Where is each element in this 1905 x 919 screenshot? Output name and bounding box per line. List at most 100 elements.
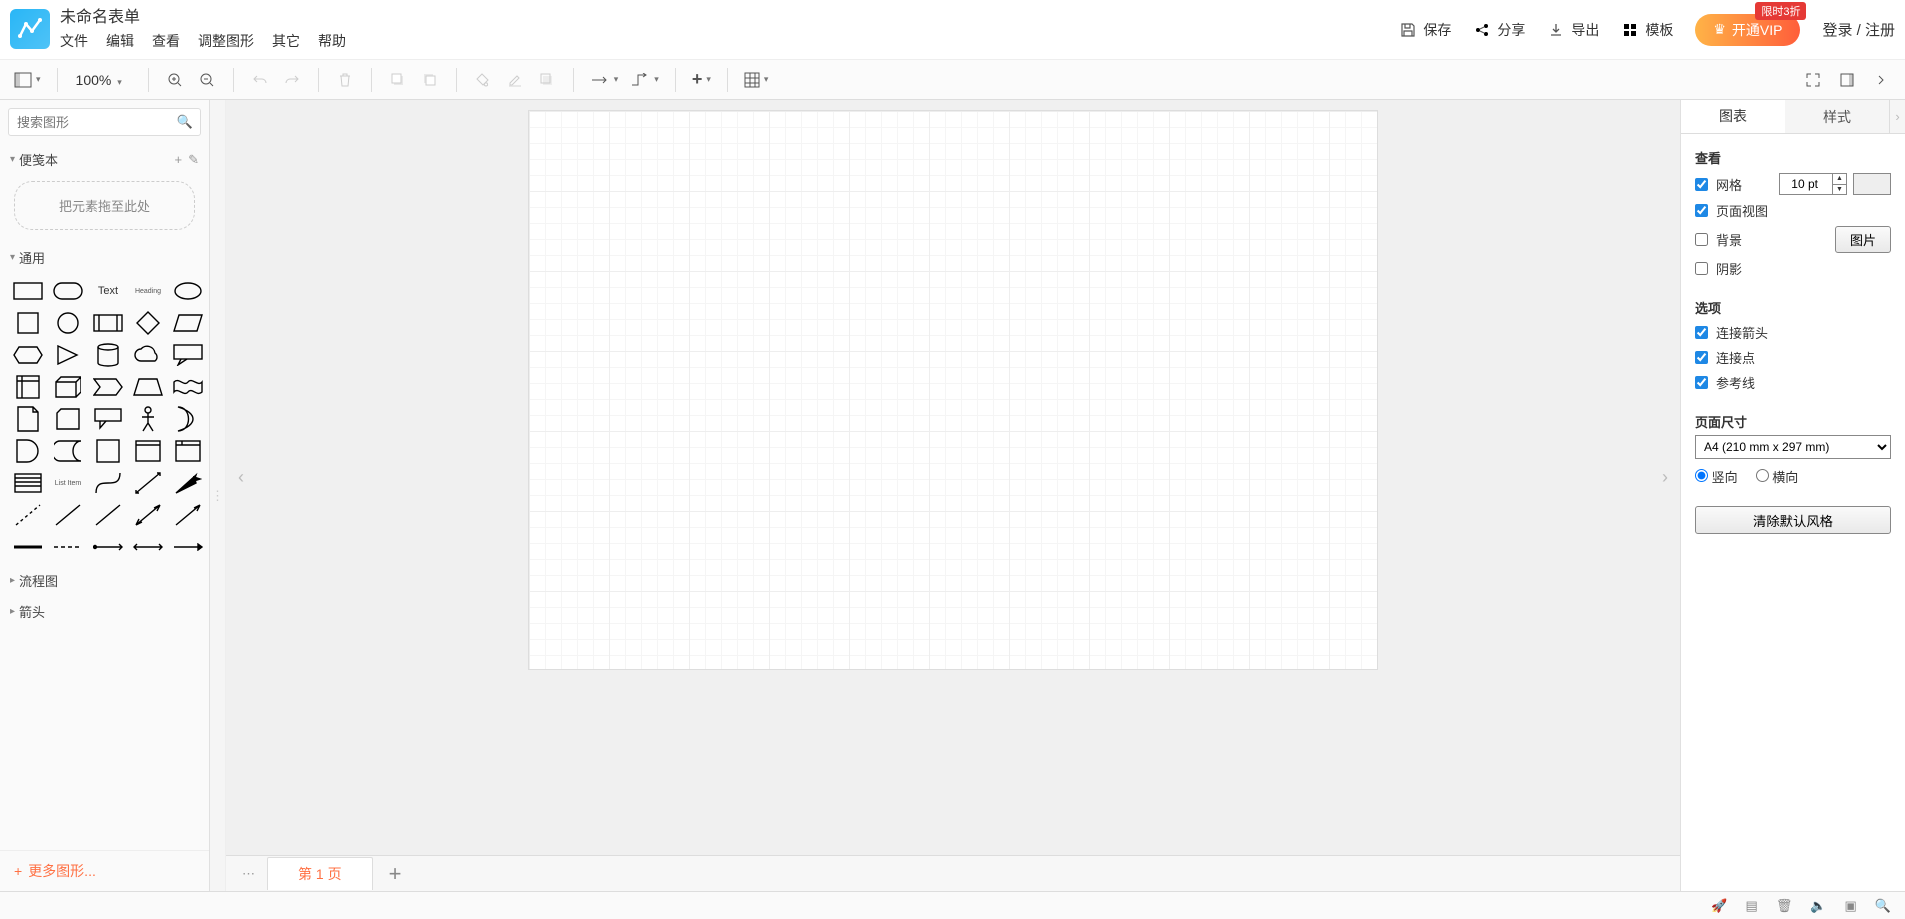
shape-ellipse[interactable] [170,277,206,305]
shape-arrow-thick[interactable] [170,469,206,497]
trash-icon[interactable]: 🗑 [1776,898,1793,914]
vip-button[interactable]: ♛ 开通VIP 限时3折 [1695,14,1800,46]
menu-help[interactable]: 帮助 [318,31,346,51]
shape-listitem[interactable]: List Item [50,469,86,497]
pagesize-select[interactable]: A4 (210 mm x 297 mm) [1695,435,1891,459]
more-shapes-button[interactable]: + 更多图形... [0,850,209,891]
save-button[interactable]: 保存 [1399,20,1451,40]
fill-color-button[interactable] [469,66,497,94]
add-page-button[interactable]: + [377,861,414,887]
shape-hline[interactable] [10,533,46,561]
share-button[interactable]: 分享 [1473,20,1525,40]
shape-tape[interactable] [170,373,206,401]
shape-diamond[interactable] [130,309,166,337]
shape-bidir2[interactable] [130,501,166,529]
zoom-select[interactable]: 100% ▾ [70,70,136,90]
section-notepad[interactable]: ▾ 便笺本 + ✎ [0,144,209,175]
prev-page-arrow[interactable]: ‹ [226,100,256,855]
shape-hconn3[interactable] [170,533,206,561]
shape-heading[interactable]: Heading [130,277,166,305]
shadow-button[interactable] [533,66,561,94]
rocket-icon[interactable]: 🚀 [1711,898,1727,914]
section-flowchart[interactable]: ▸ 流程图 [0,565,209,596]
menu-view[interactable]: 查看 [152,31,180,51]
undo-button[interactable] [246,66,274,94]
delete-button[interactable] [331,66,359,94]
sound-icon[interactable]: 🔈 [1810,898,1826,914]
line-color-button[interactable] [501,66,529,94]
shape-step[interactable] [90,373,126,401]
plus-icon[interactable]: + [175,152,183,167]
shape-hdash[interactable] [50,533,86,561]
shape-line2[interactable] [90,501,126,529]
canvas[interactable] [256,100,1650,855]
shape-process[interactable] [90,309,126,337]
background-checkbox[interactable] [1695,233,1708,246]
connection-button[interactable]: ▾ [586,66,623,94]
shape-line1[interactable] [50,501,86,529]
shape-square[interactable] [10,309,46,337]
shape-arrow2[interactable] [170,501,206,529]
menu-edit[interactable]: 编辑 [106,31,134,51]
shadow-checkbox[interactable] [1695,262,1708,275]
shape-hexagon[interactable] [10,341,46,369]
to-back-button[interactable] [416,66,444,94]
menu-extras[interactable]: 其它 [272,31,300,51]
page-surface[interactable] [528,110,1378,670]
shape-note[interactable] [10,405,46,433]
shape-card[interactable] [50,405,86,433]
shape-text[interactable]: Text [90,277,126,305]
shape-cylinder[interactable] [90,341,126,369]
shape-list[interactable] [10,469,46,497]
layers-icon[interactable]: ▤ [1746,898,1758,914]
page-menu-button[interactable]: ⋯ [234,866,263,882]
shape-circle[interactable] [50,309,86,337]
shape-callout[interactable] [170,341,206,369]
image-button[interactable]: 图片 [1835,226,1891,253]
search-icon[interactable]: 🔍 [1875,898,1891,914]
insert-button[interactable]: +▾ [688,66,715,94]
shape-or[interactable] [170,405,206,433]
grid-color-swatch[interactable] [1853,173,1891,195]
redo-button[interactable] [278,66,306,94]
search-input[interactable] [8,108,201,136]
shape-triangle[interactable] [50,341,86,369]
section-general[interactable]: ▾ 通用 [0,242,209,273]
shape-data-storage[interactable] [50,437,86,465]
left-splitter[interactable]: ⋮ [210,100,226,891]
shape-internal-storage[interactable] [10,373,46,401]
clear-default-button[interactable]: 清除默认风格 [1695,506,1891,534]
close-panel-button[interactable]: › [1889,100,1905,133]
shape-rounded-rect[interactable] [50,277,86,305]
shape-actor[interactable] [130,405,166,433]
table-button[interactable]: ▾ [740,66,773,94]
shape-parallelogram[interactable] [170,309,206,337]
page-tab-1[interactable]: 第 1 页 [267,857,373,890]
shape-trapezoid[interactable] [130,373,166,401]
next-page-arrow[interactable]: › [1650,100,1680,855]
section-arrow[interactable]: ▸ 箭头 [0,596,209,627]
shape-cube[interactable] [50,373,86,401]
shape-hconn1[interactable] [90,533,126,561]
zoom-in-button[interactable] [161,66,189,94]
tab-diagram[interactable]: 图表 [1681,100,1785,133]
shape-and[interactable] [10,437,46,465]
shape-rect[interactable] [10,277,46,305]
login-link[interactable]: 登录 / 注册 [1822,19,1895,40]
menu-arrange[interactable]: 调整图形 [198,31,254,51]
shape-hconn2[interactable] [130,533,166,561]
grid-checkbox[interactable] [1695,178,1708,191]
scratchpad-dropzone[interactable]: 把元素拖至此处 [14,181,195,230]
shape-frame2[interactable] [170,437,206,465]
shape-frame[interactable] [130,437,166,465]
orient-landscape[interactable]: 横向 [1756,467,1799,486]
grid-spinner[interactable]: ▲▼ [1833,173,1847,195]
to-front-button[interactable] [384,66,412,94]
pageview-checkbox[interactable] [1695,204,1708,217]
shape-container[interactable] [90,437,126,465]
pencil-icon[interactable]: ✎ [188,152,199,168]
shape-dashed[interactable] [10,501,46,529]
template-button[interactable]: 模板 [1621,20,1673,40]
orient-portrait[interactable]: 竖向 [1695,467,1738,486]
view-mode-button[interactable]: ▾ [10,66,45,94]
